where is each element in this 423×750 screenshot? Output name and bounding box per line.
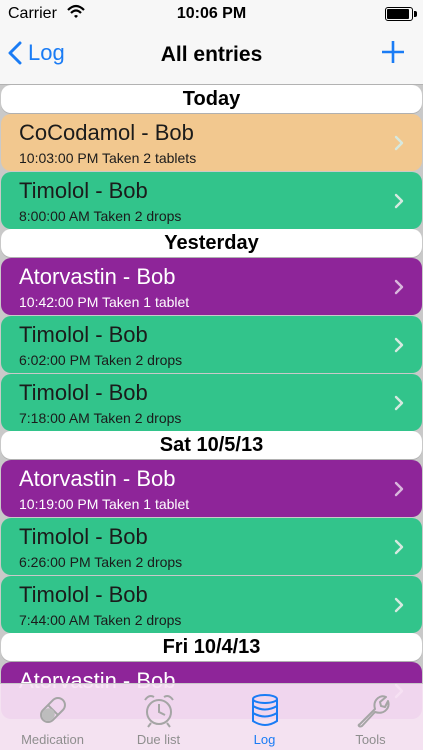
chevron-right-icon [394, 337, 404, 358]
entry-detail: 10:42:00 PM Taken 1 tablet [19, 294, 190, 310]
tab-label: Due list [136, 732, 181, 747]
chevron-right-icon [394, 279, 404, 300]
clock-time: 10:06 PM [176, 5, 247, 22]
chevron-right-icon [394, 135, 404, 156]
tab-label: Tools [355, 732, 386, 747]
entry-name: Atorvastin - Bob [19, 466, 176, 491]
add-entry-button[interactable] [381, 40, 405, 69]
tab-tools[interactable]: Tools [318, 684, 423, 750]
log-entry-row[interactable]: CoCodamol - Bob 10:03:00 PM Taken 2 table… [1, 114, 422, 171]
tab-label: Log [253, 732, 276, 747]
page-title: All entries [160, 43, 263, 66]
entry-list: Today CoCodamol - Bob 10:03:00 PM Taken 2 … [0, 85, 423, 719]
entry-detail: 10:03:00 PM Taken 2 tablets [19, 150, 197, 166]
entry-name: Timolol - Bob [19, 524, 148, 549]
status-bar: Carrier 10:06 PM [0, 0, 423, 30]
entry-detail: 10:19:00 PM Taken 1 tablet [19, 496, 190, 512]
entry-name: Timolol - Bob [19, 582, 148, 607]
tab-medication[interactable]: Medication [0, 684, 105, 750]
entry-name: Timolol - Bob [19, 178, 148, 203]
log-entry-row[interactable]: Atorvastin - Bob 10:42:00 PM Taken 1 tabl… [1, 258, 422, 315]
chevron-right-icon [394, 193, 404, 214]
tab-due-list[interactable]: Due list [106, 684, 211, 750]
entry-detail: 6:26:00 PM Taken 2 drops [19, 554, 183, 570]
entry-name: Atorvastin - Bob [19, 264, 176, 289]
chevron-right-icon [394, 481, 404, 502]
tab-log[interactable]: Log [212, 684, 317, 750]
chevron-right-icon [394, 597, 404, 618]
entry-name: CoCodamol - Bob [19, 120, 194, 145]
entry-name: Timolol - Bob [19, 380, 148, 405]
chevron-right-icon [394, 395, 404, 416]
section-header: Fri 10/4/13 [1, 633, 422, 661]
plus-icon [382, 41, 404, 63]
tab-label: Medication [21, 732, 84, 747]
entry-detail: 7:18:00 AM Taken 2 drops [19, 410, 182, 426]
section-header: Sat 10/5/13 [1, 431, 422, 459]
battery-icon [385, 7, 417, 21]
entry-name: Timolol - Bob [19, 322, 148, 347]
log-entry-row[interactable]: Timolol - Bob 6:02:00 PM Taken 2 drops [1, 316, 422, 373]
entry-detail: 7:44:00 AM Taken 2 drops [19, 612, 182, 628]
navigation-bar: Log All entries [0, 30, 423, 85]
entry-detail: 8:00:00 AM Taken 2 drops [19, 208, 182, 224]
tab-bar: Medication Due list Log Tools [0, 683, 423, 750]
section-header: Today [1, 85, 422, 113]
log-entry-row[interactable]: Timolol - Bob 6:26:00 PM Taken 2 drops [1, 518, 422, 575]
section-header: Yesterday [1, 229, 422, 257]
chevron-right-icon [394, 539, 404, 560]
log-entry-row[interactable]: Atorvastin - Bob 10:19:00 PM Taken 1 tabl… [1, 460, 422, 517]
log-entry-row[interactable]: Timolol - Bob 8:00:00 AM Taken 2 drops [1, 172, 422, 229]
entry-detail: 6:02:00 PM Taken 2 drops [19, 352, 183, 368]
log-entry-row[interactable]: Timolol - Bob 7:44:00 AM Taken 2 drops [1, 576, 422, 633]
log-entry-row[interactable]: Timolol - Bob 7:18:00 AM Taken 2 drops [1, 374, 422, 431]
